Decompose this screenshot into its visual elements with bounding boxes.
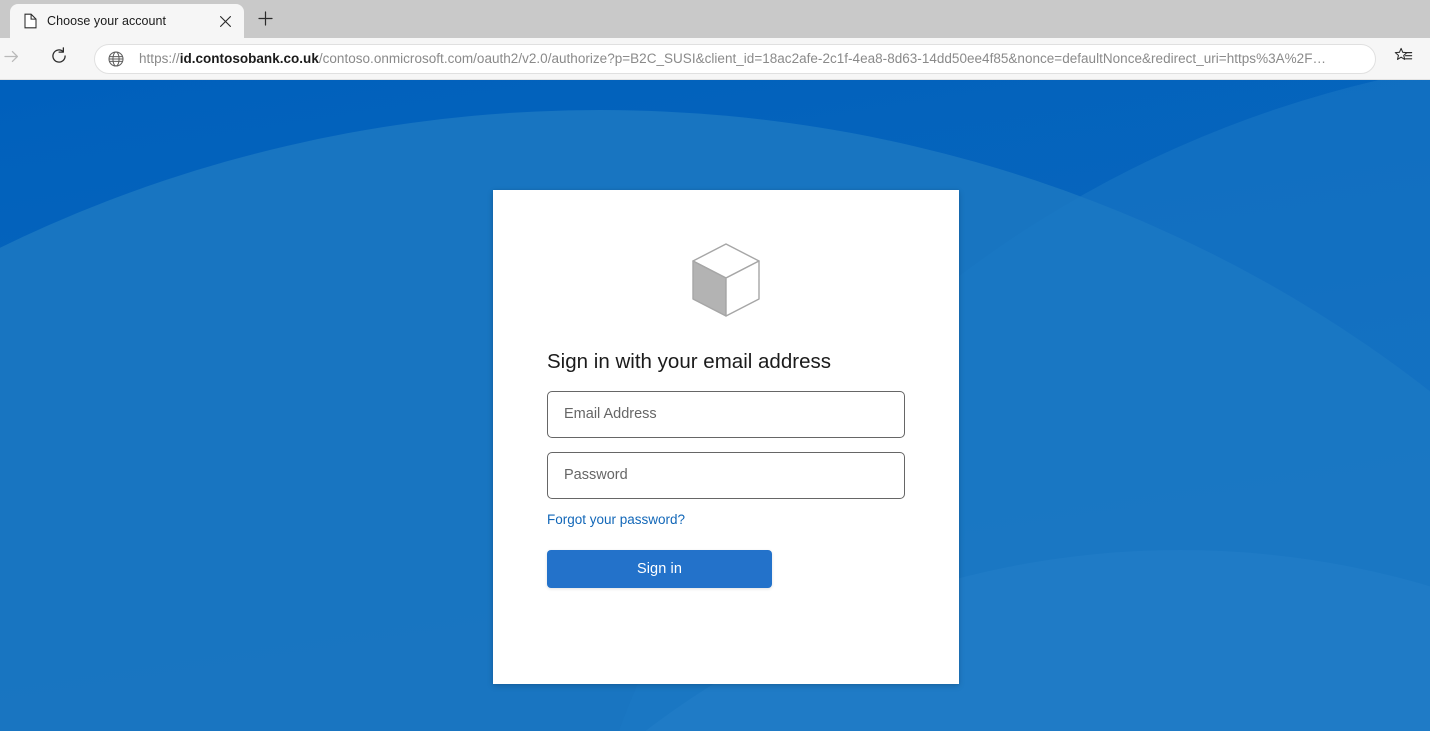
password-field[interactable] [547, 451, 905, 499]
url-scheme: https:// [139, 50, 180, 66]
browser-window: Choose your account https://id.contosoba… [0, 0, 1430, 731]
tab-strip: Choose your account [0, 0, 1430, 38]
arrow-right-icon [2, 47, 21, 71]
page-document-icon [22, 13, 39, 30]
forward-button[interactable] [0, 42, 28, 76]
url-path: /contoso.onmicrosoft.com/oauth2/v2.0/aut… [318, 50, 1326, 66]
page-title: Sign in with your email address [547, 350, 832, 373]
address-bar[interactable]: https://id.contosobank.co.uk/contoso.onm… [94, 43, 1376, 74]
signin-card: Sign in with your email address Forgot y… [493, 190, 959, 684]
cube-logo-icon [690, 242, 762, 325]
field-spacer [547, 438, 905, 452]
globe-icon [107, 50, 125, 68]
toolbar-right-actions [1386, 42, 1420, 76]
email-field[interactable] [547, 390, 905, 438]
plus-icon [257, 11, 273, 31]
browser-tab[interactable]: Choose your account [10, 4, 244, 38]
favorites-star-icon [1394, 47, 1413, 71]
signin-card-content: Sign in with your email address Forgot y… [493, 190, 959, 588]
reload-circular-arrow-icon [49, 46, 69, 71]
logo-container [547, 190, 905, 335]
address-bar-url: https://id.contosobank.co.uk/contoso.onm… [139, 50, 1326, 68]
reload-button[interactable] [42, 42, 76, 76]
new-tab-button[interactable] [250, 6, 280, 36]
browser-toolbar: https://id.contosobank.co.uk/contoso.onm… [0, 38, 1430, 80]
url-host: id.contosobank.co.uk [179, 50, 319, 66]
forgot-password-link[interactable]: Forgot your password? [547, 512, 685, 527]
close-x-icon[interactable] [214, 10, 236, 32]
page-viewport: Sign in with your email address Forgot y… [0, 80, 1430, 731]
favorites-button[interactable] [1386, 42, 1420, 76]
sign-in-button[interactable]: Sign in [547, 549, 772, 588]
tab-title: Choose your account [47, 14, 167, 28]
